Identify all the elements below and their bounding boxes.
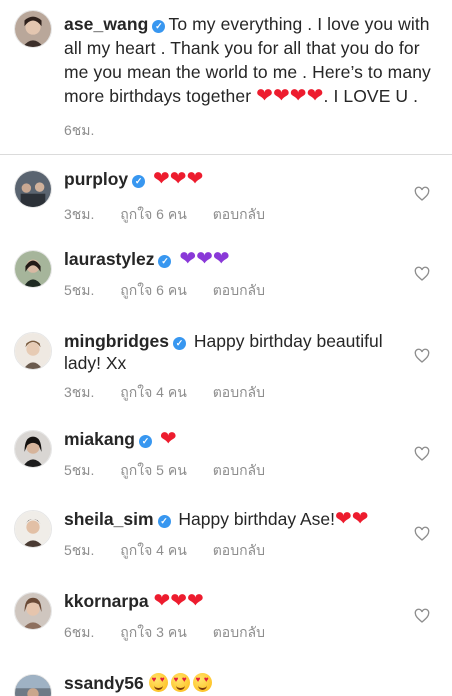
heart-eyes-icon xyxy=(148,673,168,692)
avatar[interactable] xyxy=(14,430,52,468)
heart-eyes-icon xyxy=(192,673,212,692)
reply-button[interactable]: ตอบกลับ xyxy=(213,542,265,558)
heart-outline-icon[interactable] xyxy=(414,186,430,202)
comment-item: mingbridges ✓ Happy birthday beautiful la… xyxy=(0,322,452,418)
comment-likes[interactable]: ถูกใจ 4 คน xyxy=(120,542,187,558)
avatar[interactable] xyxy=(14,332,52,370)
caption-text: ase_wang ✓ To my everything . I love you w… xyxy=(64,12,444,108)
heart-outline-icon[interactable] xyxy=(414,526,430,542)
comment-username[interactable]: ssandy56 xyxy=(64,673,144,693)
comment-username[interactable]: laurastylez xyxy=(64,249,154,269)
verified-badge-icon: ✓ xyxy=(132,175,146,188)
heart-outline-icon[interactable] xyxy=(414,266,430,282)
avatar[interactable] xyxy=(14,250,52,288)
caption-tail: . I LOVE U . xyxy=(323,86,419,106)
caption-timestamp: 6ชม. xyxy=(64,120,116,142)
comment-item: laurastylez ✓ ❤❤❤ 5ชม. ถูกใจ 6 คน ตอบกลับ xyxy=(0,240,452,324)
reply-button[interactable]: ตอบกลับ xyxy=(213,206,265,222)
comment-emoji: ❤❤❤ xyxy=(153,168,204,190)
comment-emoji: ❤❤❤ xyxy=(153,590,204,612)
avatar[interactable] xyxy=(14,10,52,48)
heart-outline-icon[interactable] xyxy=(414,446,430,462)
comment-time: 5ชม. xyxy=(64,462,95,478)
avatar[interactable] xyxy=(14,170,52,208)
caption-username[interactable]: ase_wang xyxy=(64,14,148,34)
heart-eyes-emoji xyxy=(148,673,215,693)
comment-time: 3ชม. xyxy=(64,206,95,222)
verified-badge-icon: ✓ xyxy=(157,515,171,528)
heart-outline-icon[interactable] xyxy=(414,608,430,624)
avatar[interactable] xyxy=(14,674,52,696)
comment-username[interactable]: purploy xyxy=(64,169,128,189)
avatar[interactable] xyxy=(14,592,52,630)
post-caption: ase_wang ✓ To my everything . I love you w… xyxy=(0,0,452,155)
comment-emoji: ❤ xyxy=(159,428,177,450)
comment-likes[interactable]: ถูกใจ 4 คน xyxy=(120,384,187,400)
comment-item: miakang ✓ ❤ 5ชม. ถูกใจ 5 คน ตอบกลับ xyxy=(0,420,452,504)
comment-item: purploy ✓ ❤❤❤ 3ชม. ถูกใจ 6 คน ตอบกลับ xyxy=(0,160,452,244)
comment-time: 5ชม. xyxy=(64,282,95,298)
verified-badge-icon: ✓ xyxy=(139,435,152,448)
comment-likes[interactable]: ถูกใจ 3 คน xyxy=(120,624,187,640)
comment-emoji: ❤❤ xyxy=(335,508,369,530)
comment-time: 3ชม. xyxy=(64,384,95,400)
verified-badge-icon: ✓ xyxy=(173,337,187,350)
comment-time: 5ชม. xyxy=(64,542,95,558)
reply-button[interactable]: ตอบกลับ xyxy=(213,282,265,298)
comment-username[interactable]: miakang xyxy=(64,429,135,449)
comment-likes[interactable]: ถูกใจ 6 คน xyxy=(120,282,187,298)
comment-body: Happy birthday Ase! xyxy=(178,509,335,529)
reply-button[interactable]: ตอบกลับ xyxy=(213,624,265,640)
heart-outline-icon[interactable] xyxy=(414,348,430,364)
comment-username[interactable]: mingbridges xyxy=(64,331,169,351)
comment-item: ssandy56 xyxy=(0,664,452,696)
verified-badge-icon: ✓ xyxy=(158,255,172,268)
caption-hearts: ❤❤❤❤ xyxy=(256,85,324,107)
avatar[interactable] xyxy=(14,510,52,548)
reply-button[interactable]: ตอบกลับ xyxy=(213,462,265,478)
caption-time: 6ชม. xyxy=(64,122,95,138)
comment-likes[interactable]: ถูกใจ 6 คน xyxy=(120,206,187,222)
reply-button[interactable]: ตอบกลับ xyxy=(213,384,265,400)
comment-username[interactable]: kkornarpa xyxy=(64,591,149,611)
comment-username[interactable]: sheila_sim xyxy=(64,509,154,529)
verified-badge-icon: ✓ xyxy=(152,20,166,33)
comment-item: sheila_sim ✓ Happy birthday Ase!❤❤ 5ชม. ถ… xyxy=(0,500,452,584)
comment-likes[interactable]: ถูกใจ 5 คน xyxy=(120,462,187,478)
comment-item: kkornarpa ❤❤❤ 6ชม. ถูกใจ 3 คน ตอบกลับ xyxy=(0,582,452,666)
comment-emoji: ❤❤❤ xyxy=(179,248,230,270)
comment-time: 6ชม. xyxy=(64,624,95,640)
heart-eyes-icon xyxy=(170,673,190,692)
